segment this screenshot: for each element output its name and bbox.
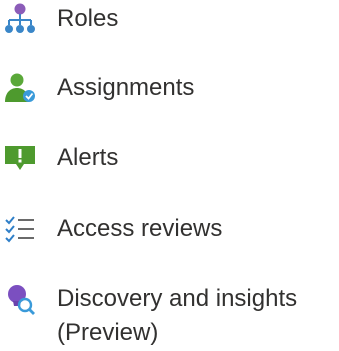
nav-item-label: Roles [57, 5, 119, 32]
nav-item-assignments[interactable]: Assignments [0, 71, 339, 105]
nav-item-label: Discovery and insights [57, 285, 298, 312]
user-assignment-icon [3, 71, 37, 105]
discovery-bulb-icon [3, 282, 37, 316]
nav-item-label-preview: (Preview) [57, 319, 159, 346]
checklist-icon [3, 212, 37, 246]
nav-list: Roles Assignments Alerts Access reviews … [0, 0, 339, 351]
nav-item-access-reviews[interactable]: Access reviews [0, 212, 339, 246]
nav-item-label: Assignments [57, 74, 195, 101]
alert-icon [3, 141, 37, 175]
nav-item-label: Access reviews [57, 215, 223, 242]
nav-item-alerts[interactable]: Alerts [0, 141, 339, 175]
roles-hierarchy-icon [3, 2, 37, 36]
nav-item-discovery-and-insights[interactable]: Discovery and insights (Preview) [0, 282, 339, 350]
nav-item-label: Alerts [57, 144, 119, 171]
nav-item-roles[interactable]: Roles [0, 2, 339, 36]
